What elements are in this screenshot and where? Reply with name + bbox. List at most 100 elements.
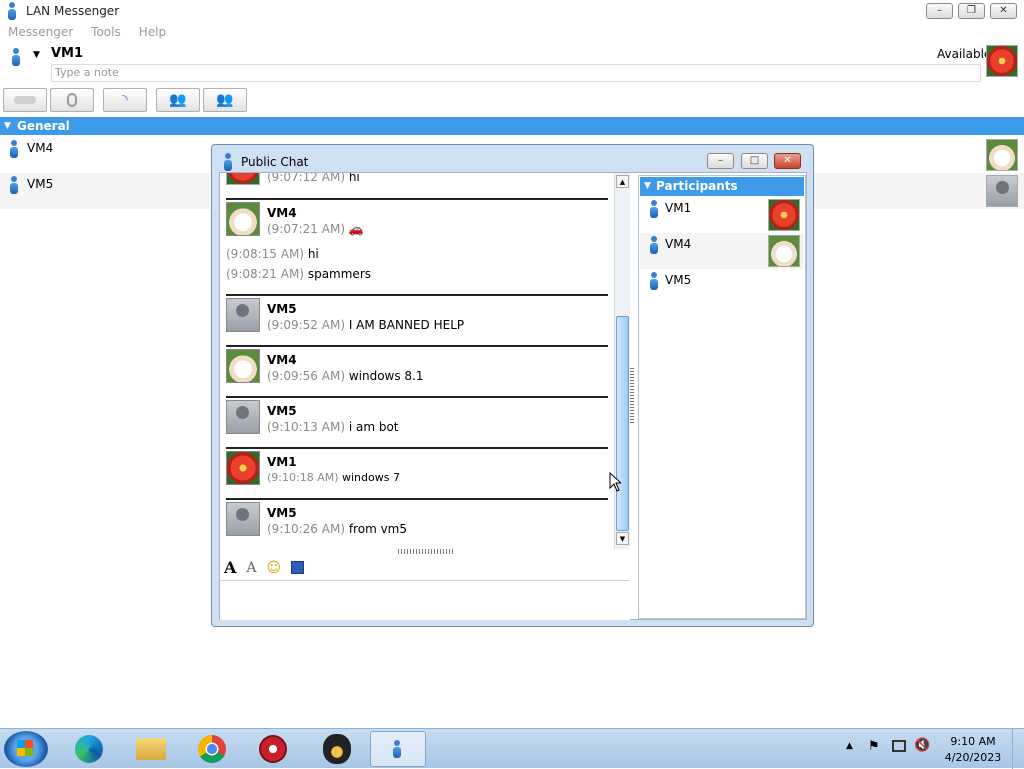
splitter-handle[interactable] [630, 368, 634, 423]
broadcast-icon: ◝ [122, 92, 128, 108]
contact-avatar [986, 139, 1018, 171]
taskbar-explorer-button[interactable] [126, 731, 176, 767]
message-avatar [226, 451, 260, 485]
participant-avatar [768, 235, 800, 267]
group-add-icon: 👥 [169, 92, 187, 108]
network-icon[interactable] [892, 740, 906, 752]
user-avatar[interactable] [986, 45, 1018, 77]
menu-messenger[interactable]: Messenger [8, 25, 73, 39]
app-icon [259, 735, 287, 763]
message-input[interactable] [220, 582, 630, 620]
message-log[interactable]: (9:07:12 AM) hi VM4 (9:07:21 AM) 🚗 (9:08… [220, 173, 630, 547]
volume-muted-icon[interactable]: 🔇 [914, 738, 930, 753]
chat-button[interactable] [3, 88, 47, 112]
user-status: Available [937, 47, 992, 61]
font-color-icon[interactable]: A [246, 560, 256, 576]
message-line: (9:09:52 AM) I AM BANNED HELP [267, 318, 465, 332]
folder-icon [136, 738, 166, 760]
contact-name: VM4 [27, 141, 54, 155]
message-scrollbar[interactable]: ▲ ▼ [614, 173, 630, 549]
font-icon[interactable]: A [224, 558, 236, 577]
save-icon[interactable] [291, 561, 305, 574]
message-sender: VM4 [267, 206, 297, 220]
scrollbar-thumb[interactable] [616, 316, 629, 531]
send-file-button[interactable] [50, 88, 94, 112]
scroll-down-icon[interactable]: ▼ [616, 532, 629, 545]
participant-status-icon [650, 236, 658, 254]
group-settings-button[interactable]: 👥 [203, 88, 247, 112]
taskbar-chrome-button[interactable] [187, 731, 237, 767]
message-line: (9:07:21 AM) 🚗 [267, 222, 364, 236]
participant-item[interactable]: VM1 [640, 197, 804, 233]
message-separator [226, 498, 608, 500]
window-title: LAN Messenger [26, 4, 120, 18]
start-button[interactable] [4, 731, 48, 767]
taskbar: ▲ ⚑ 🔇 9:10 AM 4/20/2023 [0, 728, 1024, 769]
participant-status-icon [650, 272, 658, 290]
message-separator [226, 396, 608, 398]
message-line: (9:08:15 AM) hi [226, 247, 319, 261]
participant-status-icon [650, 200, 658, 218]
contact-name: VM5 [27, 177, 54, 191]
smiley-icon[interactable]: ☺ [267, 560, 282, 576]
chat-minimize-button[interactable]: – [707, 153, 734, 169]
close-button[interactable]: ✕ [990, 3, 1017, 19]
minimize-button[interactable]: – [926, 3, 953, 19]
group-header-general[interactable]: ▼ General [0, 117, 1024, 135]
group-name: General [17, 119, 70, 133]
clock[interactable]: 9:10 AM 4/20/2023 [944, 734, 1002, 766]
message-line: (9:08:21 AM) spammers [226, 267, 371, 281]
penguin-icon [323, 734, 351, 764]
windows-logo-icon [17, 740, 33, 756]
format-toolbar: A A ☺ [220, 555, 630, 581]
chrome-icon [198, 735, 226, 763]
message-avatar [226, 400, 260, 434]
paperclip-icon [67, 93, 77, 107]
taskbar-app-button[interactable] [248, 731, 298, 767]
broadcast-button[interactable]: ◝ [103, 88, 147, 112]
chat-close-button[interactable]: ✕ [774, 153, 801, 169]
participants-panel: ▼ Participants VM1 VM4 VM5 [638, 175, 806, 619]
scroll-up-icon[interactable]: ▲ [616, 175, 629, 188]
message-separator [226, 345, 608, 347]
message-avatar [226, 349, 260, 383]
show-desktop-button[interactable] [1012, 729, 1024, 769]
chat-icon [14, 96, 36, 104]
participant-name: VM4 [665, 237, 692, 251]
action-center-flag-icon[interactable]: ⚑ [868, 739, 880, 754]
menu-tools[interactable]: Tools [91, 25, 121, 39]
participant-item[interactable]: VM5 [640, 269, 804, 305]
user-status-icon[interactable] [12, 48, 20, 66]
mouse-cursor-icon [609, 472, 621, 492]
tray-expand-icon[interactable]: ▲ [846, 741, 853, 751]
note-input[interactable]: Type a note [51, 64, 981, 82]
participants-header[interactable]: ▼ Participants [640, 177, 804, 196]
participant-avatar [768, 199, 800, 231]
chat-maximize-button[interactable]: □ [741, 153, 768, 169]
maximize-button[interactable]: ❐ [958, 3, 985, 19]
participants-title: Participants [656, 179, 738, 193]
clock-time: 9:10 AM [950, 735, 996, 748]
taskbar-game-button[interactable] [312, 731, 362, 767]
taskbar-edge-button[interactable] [64, 731, 114, 767]
message-avatar [226, 502, 260, 536]
app-logo-icon [8, 2, 16, 20]
message-line: (9:09:56 AM) windows 8.1 [267, 369, 424, 383]
message-line: (9:10:18 AM) windows 7 [267, 471, 400, 484]
group-icon: 👥 [216, 92, 234, 108]
participant-name: VM1 [665, 201, 692, 215]
status-dropdown-chevron-icon[interactable]: ▼ [33, 50, 40, 60]
message-line: (9:07:12 AM) hi [267, 173, 360, 184]
car-emoticon-icon: 🚗 [348, 222, 364, 236]
message-avatar [226, 173, 260, 185]
edge-icon [75, 735, 103, 763]
message-line: (9:10:13 AM) i am bot [267, 420, 399, 434]
message-sender: VM5 [267, 404, 297, 418]
message-separator [226, 294, 608, 296]
participant-item[interactable]: VM4 [640, 233, 804, 269]
menu-help[interactable]: Help [139, 25, 166, 39]
splitter-handle[interactable] [398, 549, 453, 554]
chat-window-icon [224, 153, 232, 171]
taskbar-lan-messenger-button[interactable] [370, 731, 426, 767]
public-chat-button[interactable]: 👥 [156, 88, 200, 112]
